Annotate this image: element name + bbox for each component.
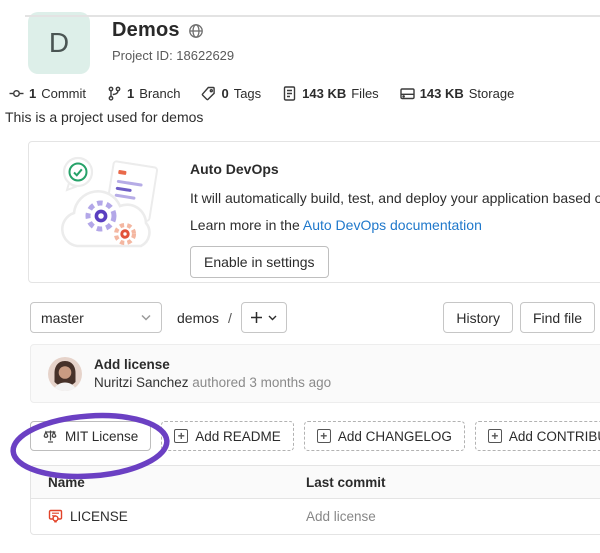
stat-storage[interactable]: 143 KB Storage bbox=[400, 86, 515, 101]
top-divider bbox=[25, 15, 600, 17]
stat-commits[interactable]: 1 Commit bbox=[9, 86, 86, 101]
column-name: Name bbox=[31, 475, 306, 490]
commit-icon bbox=[9, 86, 24, 101]
file-table-header: Name Last commit bbox=[31, 466, 600, 499]
last-commit-box: Add license Nuritzi Sanchez authored 3 m… bbox=[30, 344, 600, 403]
file-link[interactable]: LICENSE bbox=[70, 509, 128, 524]
file-table: Name Last commit LICENSE Add license bbox=[30, 465, 600, 535]
chevron-down-icon bbox=[141, 314, 151, 321]
storage-icon bbox=[400, 86, 415, 101]
breadcrumb-separator: / bbox=[228, 310, 232, 326]
devops-learn-more: Learn more in the Auto DevOps documentat… bbox=[190, 217, 600, 233]
license-file-icon bbox=[48, 509, 63, 524]
row-commit-link[interactable]: Add license bbox=[306, 509, 376, 524]
stat-branches[interactable]: 1 Branch bbox=[107, 86, 180, 101]
branch-selector[interactable]: master bbox=[30, 302, 162, 333]
suggested-files-row: MIT License + Add README + Add CHANGELOG… bbox=[30, 421, 600, 451]
author-avatar bbox=[48, 357, 82, 391]
globe-icon bbox=[188, 23, 204, 39]
stat-tags[interactable]: 0 Tags bbox=[201, 86, 261, 101]
commit-message-link[interactable]: Add license bbox=[94, 357, 331, 372]
enable-in-settings-button[interactable]: Enable in settings bbox=[190, 246, 329, 278]
breadcrumb-project[interactable]: demos bbox=[177, 310, 219, 326]
mit-license-button[interactable]: MIT License bbox=[30, 421, 151, 451]
add-changelog-button[interactable]: + Add CHANGELOG bbox=[304, 421, 465, 451]
repository-tree: Add license Nuritzi Sanchez authored 3 m… bbox=[30, 344, 600, 535]
plus-square-icon: + bbox=[174, 429, 188, 443]
find-file-button[interactable]: Find file bbox=[520, 302, 595, 333]
history-button[interactable]: History bbox=[443, 302, 513, 333]
commit-author-link[interactable]: Nuritzi Sanchez bbox=[94, 375, 189, 390]
chevron-down-icon bbox=[268, 315, 277, 321]
column-last-commit: Last commit bbox=[306, 475, 386, 490]
project-stats: 1 Commit 1 Branch 0 Tags 143 KB bbox=[9, 86, 600, 101]
devops-doc-link[interactable]: Auto DevOps documentation bbox=[303, 217, 482, 233]
tag-icon bbox=[201, 86, 216, 101]
project-id: Project ID: 18622629 bbox=[112, 48, 234, 63]
devops-body: It will automatically build, test, and d… bbox=[190, 190, 600, 206]
plus-square-icon: + bbox=[317, 429, 331, 443]
project-avatar: D bbox=[28, 12, 90, 74]
add-file-dropdown[interactable] bbox=[241, 302, 287, 333]
scale-icon bbox=[43, 429, 58, 444]
plus-square-icon: + bbox=[488, 429, 502, 443]
project-description: This is a project used for demos bbox=[5, 109, 600, 125]
add-contributing-button[interactable]: + Add CONTRIBUTING bbox=[475, 421, 600, 451]
file-browser-toolbar: master demos / History Find file bbox=[30, 302, 595, 333]
devops-title: Auto DevOps bbox=[190, 161, 600, 177]
table-row: LICENSE Add license bbox=[31, 499, 600, 534]
stat-files[interactable]: 143 KB Files bbox=[282, 86, 379, 101]
add-readme-button[interactable]: + Add README bbox=[161, 421, 294, 451]
auto-devops-banner: Auto DevOps It will automatically build,… bbox=[28, 141, 600, 283]
branch-icon bbox=[107, 86, 122, 101]
page-title: Demos bbox=[112, 19, 180, 42]
files-icon bbox=[282, 86, 297, 101]
check-circle-icon bbox=[70, 164, 87, 181]
project-header: D Demos Project ID: 18622629 bbox=[28, 12, 600, 74]
plus-icon bbox=[250, 311, 263, 324]
devops-illustration bbox=[29, 142, 181, 282]
commit-meta: Nuritzi Sanchez authored 3 months ago bbox=[94, 375, 331, 390]
